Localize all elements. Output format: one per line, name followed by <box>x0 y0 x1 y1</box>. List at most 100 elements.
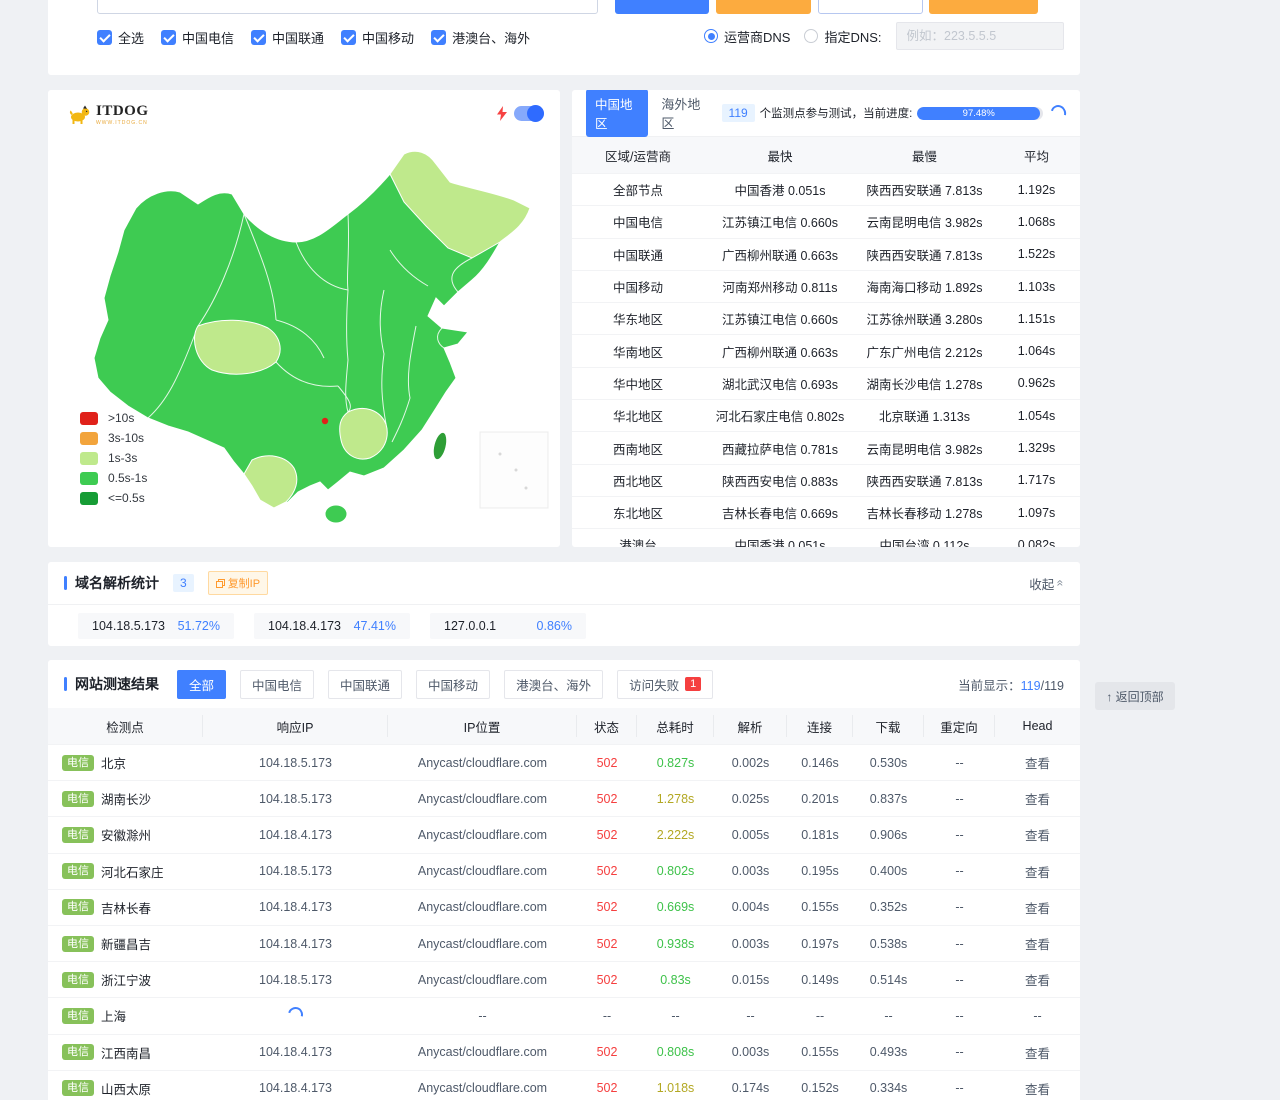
isp-checkbox[interactable]: 港澳台、海外 <box>431 28 530 47</box>
cell-fastest: 广西柳州联通 0.663s <box>704 342 856 361</box>
cell-redirect: -- <box>924 756 995 770</box>
view-head-link[interactable]: 查看 <box>1025 902 1050 916</box>
region-stats-row: 华东地区 江苏镇江电信 0.660s 江苏徐州联通 3.280s 1.151s <box>572 302 1080 334</box>
speed-test-control-panel: 全选 中国电信 中国联通 中国移动 <box>48 0 1080 75</box>
status-code: 502 <box>597 1045 618 1059</box>
cell-response-ip: 104.18.4.173 <box>203 937 388 951</box>
cell-ip-location: Anycast/cloudflare.com <box>388 1045 577 1059</box>
node-name: 北京 <box>101 753 126 772</box>
filter-tab-label: 中国移动 <box>428 675 478 694</box>
single-test-button[interactable] <box>615 0 709 14</box>
filter-tab[interactable]: 访问失败 1 <box>617 670 713 699</box>
col-region: 区域/运营商 <box>572 146 704 165</box>
legend-color-swatch <box>80 472 98 485</box>
response-ip: 104.18.5.173 <box>259 864 332 878</box>
cell-node: 电信 上海 <box>48 1006 203 1025</box>
cell-download-time: 0.837s <box>853 792 924 806</box>
response-ip: 104.18.4.173 <box>259 937 332 951</box>
cell-fastest: 中国香港 0.051s <box>704 180 856 199</box>
isp-checkbox[interactable]: 中国移动 <box>341 28 414 47</box>
view-head-link[interactable]: 查看 <box>1025 829 1050 843</box>
node-name: 新疆昌吉 <box>101 934 151 953</box>
cell-response-ip <box>203 1007 388 1025</box>
copy-ip-button[interactable]: 复制IP <box>208 571 268 595</box>
carrier-dns-radio[interactable] <box>704 29 718 43</box>
status-code: 502 <box>597 828 618 842</box>
cell-average: 1.151s <box>993 312 1080 326</box>
more-options-button[interactable] <box>929 0 1038 14</box>
isp-checkbox[interactable]: 中国电信 <box>161 28 234 47</box>
resolved-ip-percent: 0.86% <box>537 619 572 633</box>
isp-badge: 电信 <box>62 1080 94 1096</box>
filter-tab[interactable]: 中国电信 <box>240 670 314 699</box>
results-table-header: 检测点 响应IP IP位置 状态 总耗时 解析 连接 下载 重定向 Head <box>48 708 1080 744</box>
region-table-header: 区域/运营商 最快 最慢 平均 <box>572 137 1080 173</box>
status-code: 502 <box>597 900 618 914</box>
cell-node: 电信 吉林长春 <box>48 898 203 917</box>
cell-connect-time: 0.155s <box>787 900 853 914</box>
total-time: 1.018s <box>657 1081 695 1095</box>
cell-response-ip: 104.18.5.173 <box>203 973 388 987</box>
filter-tab[interactable]: 中国移动 <box>416 670 490 699</box>
cell-fastest: 中国香港 0.051s <box>704 535 856 547</box>
cell-head: 查看 <box>995 1043 1080 1062</box>
tab-overseas-region[interactable]: 海外地区 <box>661 94 707 132</box>
cell-dns-time: 0.003s <box>714 1045 787 1059</box>
resolved-ip-chip: 127.0.0.1 0.86% <box>430 613 586 639</box>
cell-redirect: -- <box>924 937 995 951</box>
cell-dns-time: 0.003s <box>714 864 787 878</box>
region-stats-row: 全部节点 中国香港 0.051s 陕西西安联通 7.813s 1.192s <box>572 173 1080 205</box>
view-head-link[interactable]: -- <box>1033 1009 1041 1023</box>
region-stats-row: 华南地区 广西柳州联通 0.663s 广东广州电信 2.212s 1.064s <box>572 334 1080 366</box>
status-code: -- <box>603 1009 611 1023</box>
result-row: 电信 吉林长春 104.18.4.173 Anycast/cloudflare.… <box>48 889 1080 925</box>
back-to-top-button[interactable]: ↑ 返回顶部 <box>1095 682 1175 710</box>
filter-tab[interactable]: 全部 <box>177 670 226 699</box>
cell-region: 东北地区 <box>572 503 704 522</box>
tab-china-region[interactable]: 中国地区 <box>586 90 648 137</box>
custom-dns-input[interactable] <box>896 22 1064 50</box>
results-filter-tabs: 全部 中国电信 中国联通 中国移动 <box>177 670 727 699</box>
cell-redirect: -- <box>924 864 995 878</box>
cell-fastest: 广西柳州联通 0.663s <box>704 245 856 264</box>
isp-checkbox[interactable]: 中国联通 <box>251 28 324 47</box>
cell-redirect: -- <box>924 973 995 987</box>
region-stats-row: 港澳台 中国香港 0.051s 中国台湾 0.112s 0.082s <box>572 528 1080 547</box>
cell-slowest: 云南昆明电信 3.982s <box>856 439 993 458</box>
filter-tab[interactable]: 港澳台、海外 <box>504 670 603 699</box>
filter-tab[interactable]: 中国联通 <box>328 670 402 699</box>
view-head-link[interactable]: 查看 <box>1025 1083 1050 1097</box>
status-code: 502 <box>597 756 618 770</box>
cell-node: 电信 北京 <box>48 753 203 772</box>
cell-connect-time: 0.155s <box>787 1045 853 1059</box>
view-head-link[interactable]: 查看 <box>1025 1047 1050 1061</box>
total-time: 0.827s <box>657 756 695 770</box>
cell-node: 电信 新疆昌吉 <box>48 934 203 953</box>
continuous-test-button[interactable] <box>716 0 811 14</box>
view-head-link[interactable]: 查看 <box>1025 938 1050 952</box>
cell-total-time: -- <box>637 1009 714 1023</box>
view-head-link[interactable]: 查看 <box>1025 793 1050 807</box>
collapse-button[interactable]: 收起 « <box>1029 574 1064 593</box>
cell-head: 查看 <box>995 825 1080 844</box>
map-legend: >10s 3s-10s 1s-3s 0.5s-1s <box>80 408 147 508</box>
isp-checkbox[interactable]: 全选 <box>97 28 144 47</box>
cell-average: 1.054s <box>993 409 1080 423</box>
url-input[interactable] <box>97 0 598 14</box>
view-head-link[interactable]: 查看 <box>1025 974 1050 988</box>
checkbox-label: 全选 <box>118 28 144 47</box>
cell-average: 1.064s <box>993 344 1080 358</box>
display-total: /119 <box>1041 679 1064 693</box>
realtime-toggle[interactable] <box>514 106 544 121</box>
isp-badge: 电信 <box>62 1008 94 1024</box>
cell-average: 1.103s <box>993 280 1080 294</box>
cell-fastest: 江苏镇江电信 0.660s <box>704 309 856 328</box>
cell-average: 1.192s <box>993 183 1080 197</box>
view-head-link[interactable]: 查看 <box>1025 757 1050 771</box>
status-code: 502 <box>597 973 618 987</box>
cell-redirect: -- <box>924 792 995 806</box>
secondary-action-button[interactable] <box>818 0 923 14</box>
custom-dns-radio[interactable] <box>804 29 818 43</box>
view-head-link[interactable]: 查看 <box>1025 866 1050 880</box>
response-ip: 104.18.5.173 <box>259 756 332 770</box>
